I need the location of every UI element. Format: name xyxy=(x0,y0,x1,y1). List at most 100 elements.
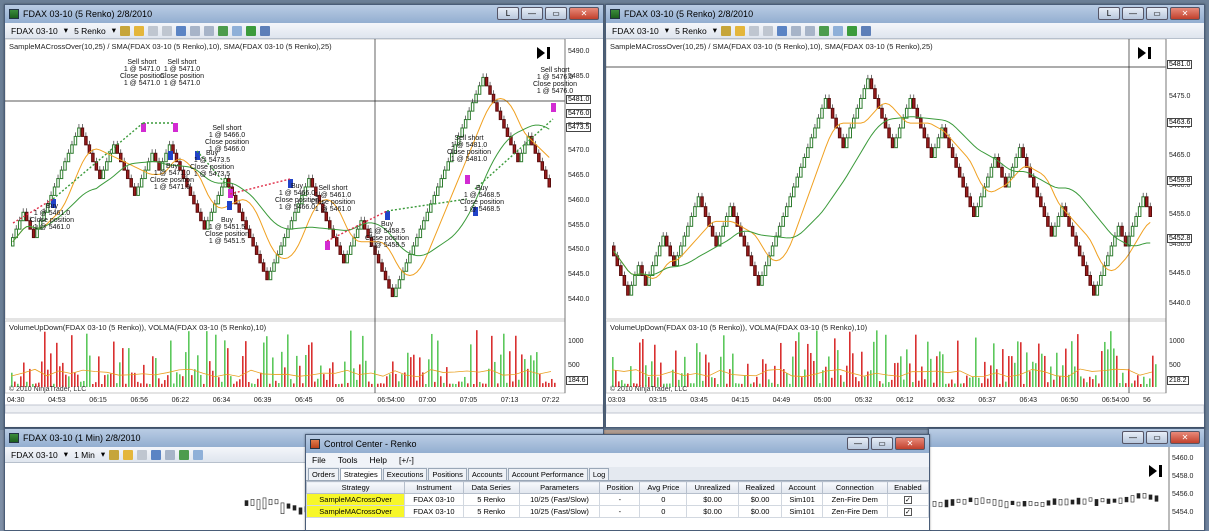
check-icon[interactable]: ✓ xyxy=(903,508,912,516)
tab-accounts[interactable]: Accounts xyxy=(467,468,507,480)
strategies-icon[interactable] xyxy=(193,449,204,460)
bar-type-icon[interactable] xyxy=(109,449,120,460)
indicators-icon[interactable] xyxy=(218,25,229,36)
right-price-chart[interactable] xyxy=(606,39,1205,428)
indicators-icon[interactable] xyxy=(819,25,830,36)
link-button[interactable]: L xyxy=(1098,7,1120,20)
column-header[interactable]: Instrument xyxy=(404,481,464,494)
column-header[interactable]: Avg Price xyxy=(639,481,688,494)
tab-orders[interactable]: Orders xyxy=(308,468,339,480)
left-title-bar[interactable]: FDAX 03-10 (5 Renko) 2/8/2010 L — ▭ ✕ xyxy=(5,5,603,23)
volume-bar xyxy=(852,353,854,387)
menu-file[interactable]: File xyxy=(312,455,326,465)
draw-tool-icon[interactable] xyxy=(749,25,760,36)
menu-tools[interactable]: Tools xyxy=(338,455,358,465)
crosshair-icon[interactable] xyxy=(777,25,788,36)
maximize-button[interactable]: ▭ xyxy=(1146,7,1168,20)
candle xyxy=(1010,500,1015,505)
chevron-down-icon[interactable]: ▾ xyxy=(64,449,68,460)
column-header[interactable]: Position xyxy=(599,481,641,494)
menu-expand[interactable]: [+/-] xyxy=(399,455,414,465)
volume-bar xyxy=(1026,352,1028,387)
instrument-selector[interactable]: FDAX 03-10 xyxy=(9,26,60,36)
pencil-icon[interactable] xyxy=(134,25,145,36)
pencil-icon[interactable] xyxy=(123,449,134,460)
close-button[interactable]: ✕ xyxy=(1170,7,1200,20)
column-header[interactable]: Strategy xyxy=(306,481,406,494)
chart-trader-icon[interactable] xyxy=(861,25,872,36)
strategies-icon[interactable] xyxy=(232,25,243,36)
column-header[interactable]: Unrealized xyxy=(686,481,739,494)
zoom-icon[interactable] xyxy=(791,25,802,36)
line-tool-icon[interactable] xyxy=(763,25,774,36)
table-row[interactable]: SampleMACrossOver FDAX 03-10 5 Renko 10/25 … xyxy=(306,505,929,518)
enabled-checkbox[interactable]: ✓ xyxy=(886,493,929,506)
volume-bar xyxy=(527,368,529,387)
period-selector[interactable]: 5 Renko xyxy=(72,26,108,36)
menu-help[interactable]: Help xyxy=(370,455,387,465)
minimize-button[interactable]: — xyxy=(1122,431,1144,444)
draw-tool-icon[interactable] xyxy=(148,25,159,36)
column-header[interactable]: Parameters xyxy=(518,481,601,494)
tab-executions[interactable]: Executions xyxy=(382,468,428,480)
zoom-icon[interactable] xyxy=(190,25,201,36)
crosshair-icon[interactable] xyxy=(176,25,187,36)
instrument-selector[interactable]: FDAX 03-10 xyxy=(9,450,60,460)
volume-bar xyxy=(855,377,857,387)
indicators-icon[interactable] xyxy=(179,449,190,460)
volume-bar xyxy=(536,352,538,387)
chevron-down-icon[interactable]: ▾ xyxy=(713,25,717,36)
maximize-button[interactable]: ▭ xyxy=(1146,431,1168,444)
properties-icon[interactable] xyxy=(204,25,215,36)
tab-log[interactable]: Log xyxy=(588,468,610,480)
bar-type-icon[interactable] xyxy=(721,25,732,36)
link-button[interactable]: L xyxy=(497,7,519,20)
data-box-icon[interactable] xyxy=(246,25,257,36)
strategies-icon[interactable] xyxy=(833,25,844,36)
table-row[interactable]: SampleMACrossOver FDAX 03-10 5 Renko 10/25 … xyxy=(306,493,929,506)
chevron-down-icon[interactable]: ▾ xyxy=(101,449,105,460)
bottom-right-title-bar[interactable]: — ▭ ✕ xyxy=(929,429,1204,447)
draw-tool-icon[interactable] xyxy=(137,449,148,460)
volume-bar xyxy=(227,348,229,387)
zoom-icon[interactable] xyxy=(165,449,176,460)
column-header[interactable]: Enabled xyxy=(886,481,929,494)
tab-positions[interactable]: Positions xyxy=(428,468,467,480)
maximize-button[interactable]: ▭ xyxy=(545,7,567,20)
line-tool-icon[interactable] xyxy=(162,25,173,36)
chart-trader-icon[interactable] xyxy=(260,25,271,36)
close-button[interactable]: ✕ xyxy=(1170,431,1200,444)
check-icon[interactable]: ✓ xyxy=(903,496,912,504)
column-header[interactable]: Data Series xyxy=(462,481,520,494)
period-selector[interactable]: 5 Renko xyxy=(673,26,709,36)
pencil-icon[interactable] xyxy=(735,25,746,36)
right-title-bar[interactable]: FDAX 03-10 (5 Renko) 2/8/2010 L — ▭ ✕ xyxy=(606,5,1204,23)
column-header[interactable]: Account xyxy=(781,481,823,494)
chevron-down-icon[interactable]: ▾ xyxy=(112,25,116,36)
minimize-button[interactable]: — xyxy=(521,7,543,20)
close-button[interactable]: ✕ xyxy=(569,7,599,20)
close-button[interactable]: ✕ xyxy=(895,437,925,450)
enabled-checkbox[interactable]: ✓ xyxy=(886,505,929,518)
data-box-icon[interactable] xyxy=(847,25,858,36)
control-center-title-bar[interactable]: Control Center - Renko — ▭ ✕ xyxy=(306,435,929,453)
maximize-button[interactable]: ▭ xyxy=(871,437,893,450)
volume-bar xyxy=(59,366,61,387)
minimize-button[interactable]: — xyxy=(1122,7,1144,20)
renko-brick xyxy=(195,203,200,213)
bottom-right-price-chart[interactable] xyxy=(929,447,1205,531)
left-price-chart[interactable] xyxy=(5,39,604,428)
tab-account-performance[interactable]: Account Performance xyxy=(507,468,588,480)
column-header[interactable]: Realized xyxy=(737,481,783,494)
properties-icon[interactable] xyxy=(805,25,816,36)
x-tick-label: 07:13 xyxy=(500,397,519,404)
chevron-down-icon[interactable]: ▾ xyxy=(665,25,669,36)
crosshair-icon[interactable] xyxy=(151,449,162,460)
instrument-selector[interactable]: FDAX 03-10 xyxy=(610,26,661,36)
chevron-down-icon[interactable]: ▾ xyxy=(64,25,68,36)
column-header[interactable]: Connection xyxy=(821,481,888,494)
bar-type-icon[interactable] xyxy=(120,25,131,36)
period-selector[interactable]: 1 Min xyxy=(72,450,97,460)
minimize-button[interactable]: — xyxy=(847,437,869,450)
tab-strategies[interactable]: Strategies xyxy=(339,468,382,480)
